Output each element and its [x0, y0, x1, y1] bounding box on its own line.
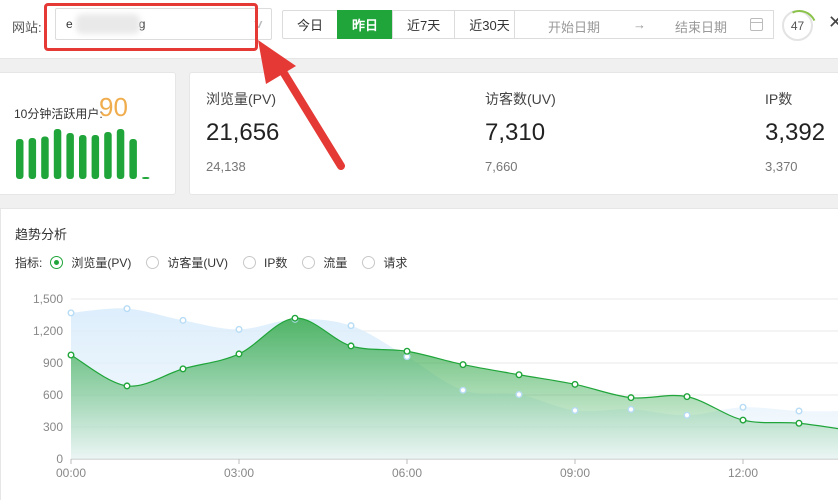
x-tick-label: 00:00 [56, 466, 86, 480]
stat-ip-label: IP数 [765, 91, 793, 107]
x-tick-label: 06:00 [392, 466, 422, 480]
stat-pv-value: 21,656 [206, 119, 280, 146]
data-point[interactable] [67, 309, 75, 317]
x-tick-label: 12:00 [728, 466, 758, 480]
site-label: 网站: [12, 20, 42, 35]
trend-title: 趋势分析 [15, 227, 68, 242]
radio-uv[interactable] [146, 256, 160, 269]
data-point[interactable] [739, 403, 747, 411]
close-icon[interactable]: ✕ [828, 12, 838, 33]
active-user-bar [41, 136, 49, 179]
y-tick-label: 600 [43, 388, 63, 402]
y-tick-label: 0 [56, 452, 63, 466]
metric-label: 指标: [15, 256, 43, 270]
refresh-countdown[interactable]: 47 [782, 10, 813, 41]
data-point[interactable] [347, 342, 355, 350]
arrow-right-icon: → [633, 17, 646, 32]
top-toolbar: 网站: eg ∨ 今日 昨日 近7天 近30天 开始日期 → 结束日期 47 ✕ [0, 0, 838, 59]
calendar-icon[interactable] [750, 18, 763, 31]
data-point[interactable] [627, 394, 635, 402]
trend-chart: 0 300 600 900 1,200 1,500 00:00 03:00 06:00 09:00… [33, 292, 838, 480]
start-date-input[interactable]: 开始日期 [548, 17, 600, 36]
active-users-value: 90 [99, 92, 128, 122]
data-point[interactable] [123, 382, 131, 390]
data-point[interactable] [179, 316, 187, 324]
data-point[interactable] [235, 325, 243, 333]
active-users-label: 10分钟活跃用户: [14, 107, 103, 121]
metric-option-ip-label: IP数 [264, 256, 288, 270]
range-7days-button[interactable]: 近7天 [392, 10, 456, 39]
data-point[interactable] [739, 416, 747, 424]
active-user-bar [116, 129, 125, 179]
data-point[interactable] [683, 393, 691, 401]
highlight-box [44, 3, 258, 51]
metric-option-pv[interactable]: 浏览量(PV) [50, 254, 131, 271]
radio-traffic[interactable] [302, 256, 316, 269]
active-user-bar [91, 135, 100, 179]
y-tick-label: 1,500 [33, 292, 63, 306]
stat-pv: 浏览量(PV) 21,656 24,138 [206, 89, 279, 174]
data-point[interactable] [67, 351, 75, 359]
data-point[interactable] [459, 361, 467, 369]
active-user-bar [16, 139, 24, 179]
active-user-bar [104, 132, 112, 179]
x-tick-label: 09:00 [560, 466, 590, 480]
data-point[interactable] [795, 419, 803, 427]
metric-option-uv[interactable]: 访客量(UV) [146, 254, 228, 271]
data-point[interactable] [403, 347, 411, 355]
data-point[interactable] [571, 406, 579, 414]
data-point[interactable] [459, 386, 467, 394]
metric-option-requests-label: 请求 [383, 256, 408, 270]
stat-uv-previous: 7,660 [485, 159, 518, 174]
stat-ip: IP数 3,392 3,370 [765, 89, 825, 174]
stat-pv-label: 浏览量(PV) [206, 91, 276, 107]
stat-uv: 访客数(UV) 7,310 7,660 [485, 89, 556, 174]
y-tick-label: 300 [43, 420, 63, 434]
data-point[interactable] [123, 305, 131, 313]
active-user-bar [142, 177, 150, 179]
active-user-bar [53, 129, 62, 179]
stats-card: 浏览量(PV) 21,656 24,138 访客数(UV) 7,310 7,66… [189, 72, 838, 195]
metric-option-traffic[interactable]: 流量 [302, 254, 347, 271]
radio-requests[interactable] [362, 256, 376, 269]
custom-date-range[interactable]: 开始日期 → 结束日期 [514, 10, 774, 39]
date-range-tabs: 今日 昨日 近7天 近30天 [282, 10, 525, 39]
range-today-button[interactable]: 今日 [282, 10, 339, 39]
data-point[interactable] [683, 411, 691, 419]
metric-option-uv-label: 访客量(UV) [167, 256, 229, 270]
data-point[interactable] [179, 365, 187, 373]
data-point[interactable] [795, 407, 803, 415]
y-tick-label: 900 [43, 356, 63, 370]
stat-ip-previous: 3,370 [765, 159, 798, 174]
metric-option-traffic-label: 流量 [323, 256, 348, 270]
data-point[interactable] [571, 380, 579, 388]
stat-ip-value: 3,392 [765, 119, 826, 146]
active-user-bar [79, 135, 87, 179]
metric-option-ip[interactable]: IP数 [243, 254, 287, 271]
metric-selector: 指标: 浏览量(PV) 访客量(UV) IP数 流量 请求 [15, 254, 422, 271]
range-yesterday-button[interactable]: 昨日 [337, 10, 394, 39]
end-date-input[interactable]: 结束日期 [675, 17, 727, 36]
x-tick-label: 03:00 [224, 466, 254, 480]
y-tick-label: 1,200 [33, 324, 63, 338]
data-point[interactable] [627, 405, 635, 413]
active-user-bar [129, 139, 137, 179]
active-users-card: 10分钟活跃用户: 90 [0, 72, 176, 195]
data-point[interactable] [235, 350, 243, 358]
data-point[interactable] [291, 314, 299, 322]
stat-pv-previous: 24,138 [206, 159, 246, 174]
active-user-bar [28, 138, 37, 179]
active-users-bars [16, 129, 150, 179]
data-point[interactable] [515, 390, 523, 398]
radio-ip[interactable] [243, 256, 257, 269]
metric-option-requests[interactable]: 请求 [362, 254, 407, 271]
stat-uv-label: 访客数(UV) [485, 91, 556, 107]
radio-pv[interactable] [50, 256, 64, 269]
stat-uv-value: 7,310 [485, 119, 546, 146]
metric-option-pv-label: 浏览量(PV) [71, 256, 132, 270]
data-point[interactable] [515, 371, 523, 379]
active-user-bar [66, 133, 74, 179]
data-point[interactable] [347, 322, 355, 330]
